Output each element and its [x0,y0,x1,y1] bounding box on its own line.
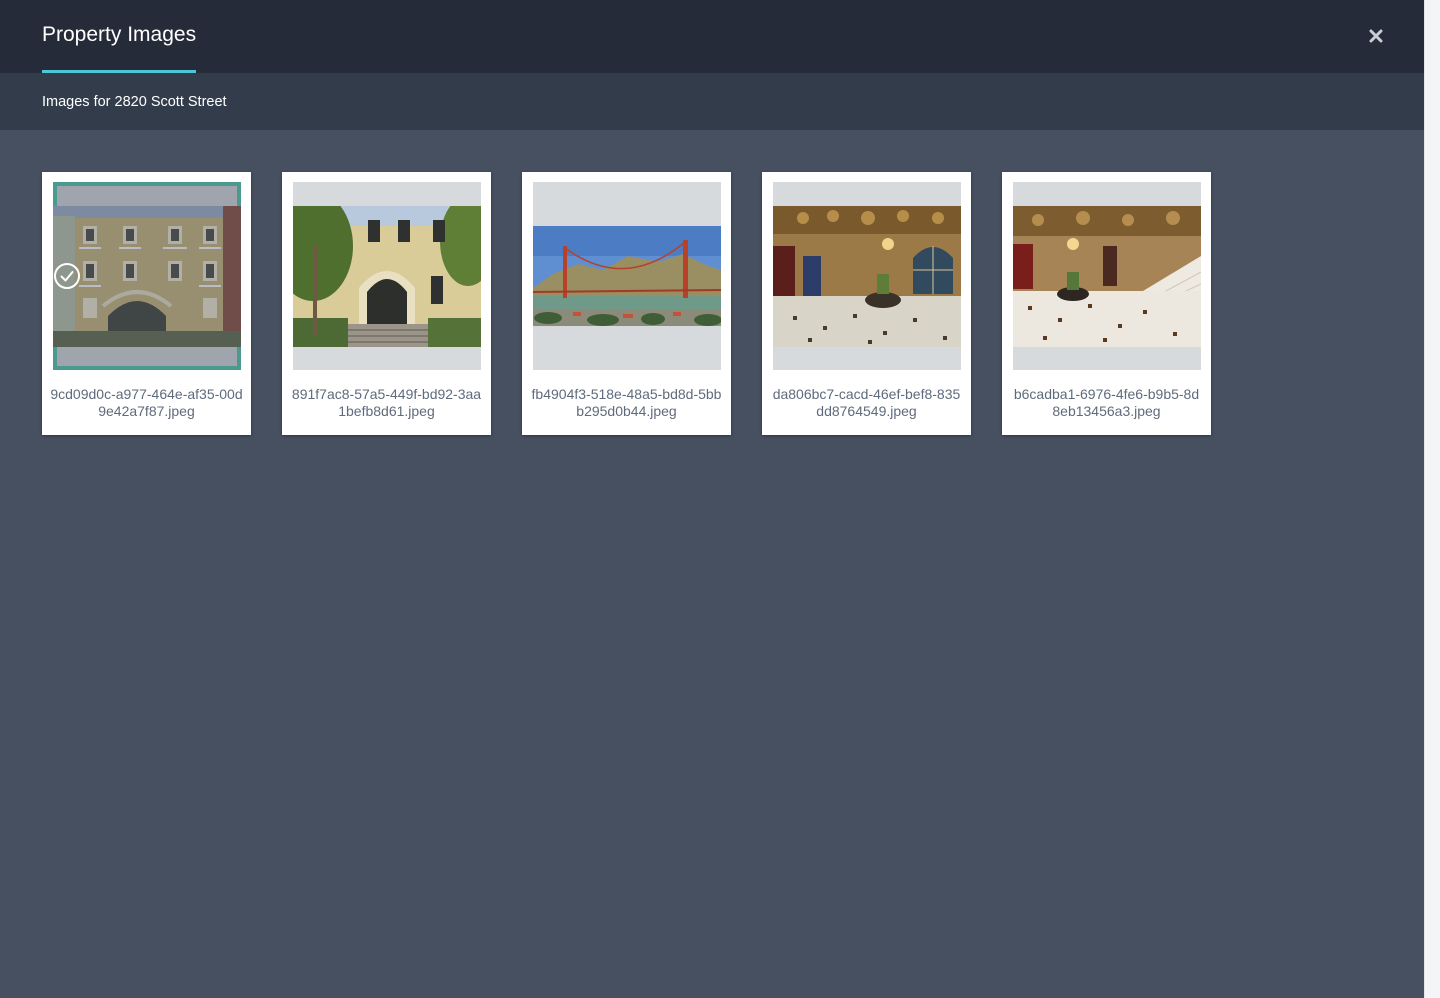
close-icon [1369,29,1383,43]
close-button[interactable] [1362,22,1390,50]
golden-gate-photo [533,226,721,326]
image-filename: fb4904f3-518e-48a5-bd8d-5bbb295d0b44.jpe… [531,386,722,419]
image-thumbnail[interactable] [773,182,961,370]
selected-overlay [53,182,241,370]
modal-title-tab[interactable]: Property Images [42,0,196,73]
modal-header: Property Images [0,0,1424,73]
image-filename: 891f7ac8-57a5-449f-bd92-3aa1befb8d61.jpe… [291,386,482,419]
image-filename: da806bc7-cacd-46ef-bef8-835dd8764549.jpe… [772,386,961,419]
check-circle-icon [54,263,80,289]
property-images-modal: Property Images Images for 2820 Scott St… [0,0,1424,998]
image-card[interactable]: da806bc7-cacd-46ef-bef8-835dd8764549.jpe… [762,172,971,435]
image-card[interactable]: fb4904f3-518e-48a5-bd8d-5bbb295d0b44.jpe… [522,172,731,435]
image-card[interactable]: 9cd09d0c-a977-464e-af35-00d9e42a7f87.jpe… [42,172,251,435]
image-card[interactable]: 891f7ac8-57a5-449f-bd92-3aa1befb8d61.jpe… [282,172,491,435]
staircase-photo [1013,206,1201,347]
image-thumbnail[interactable] [53,182,241,370]
image-thumbnail[interactable] [1013,182,1201,370]
foyer-photo [773,206,961,347]
modal-subheader: Images for 2820 Scott Street [0,73,1424,130]
image-filename: b6cadba1-6976-4fe6-b9b5-8d8eb13456a3.jpe… [1013,386,1200,419]
image-filename: 9cd09d0c-a977-464e-af35-00d9e42a7f87.jpe… [50,386,243,419]
image-thumbnail[interactable] [293,182,481,370]
images-for-address: Images for 2820 Scott Street [42,94,227,110]
image-card[interactable]: b6cadba1-6976-4fe6-b9b5-8d8eb13456a3.jpe… [1002,172,1211,435]
image-thumbnail[interactable] [533,182,721,370]
entrance-photo [293,206,481,347]
image-gallery: 9cd09d0c-a977-464e-af35-00d9e42a7f87.jpe… [42,172,1211,435]
page-scrollbar[interactable] [1424,0,1440,998]
